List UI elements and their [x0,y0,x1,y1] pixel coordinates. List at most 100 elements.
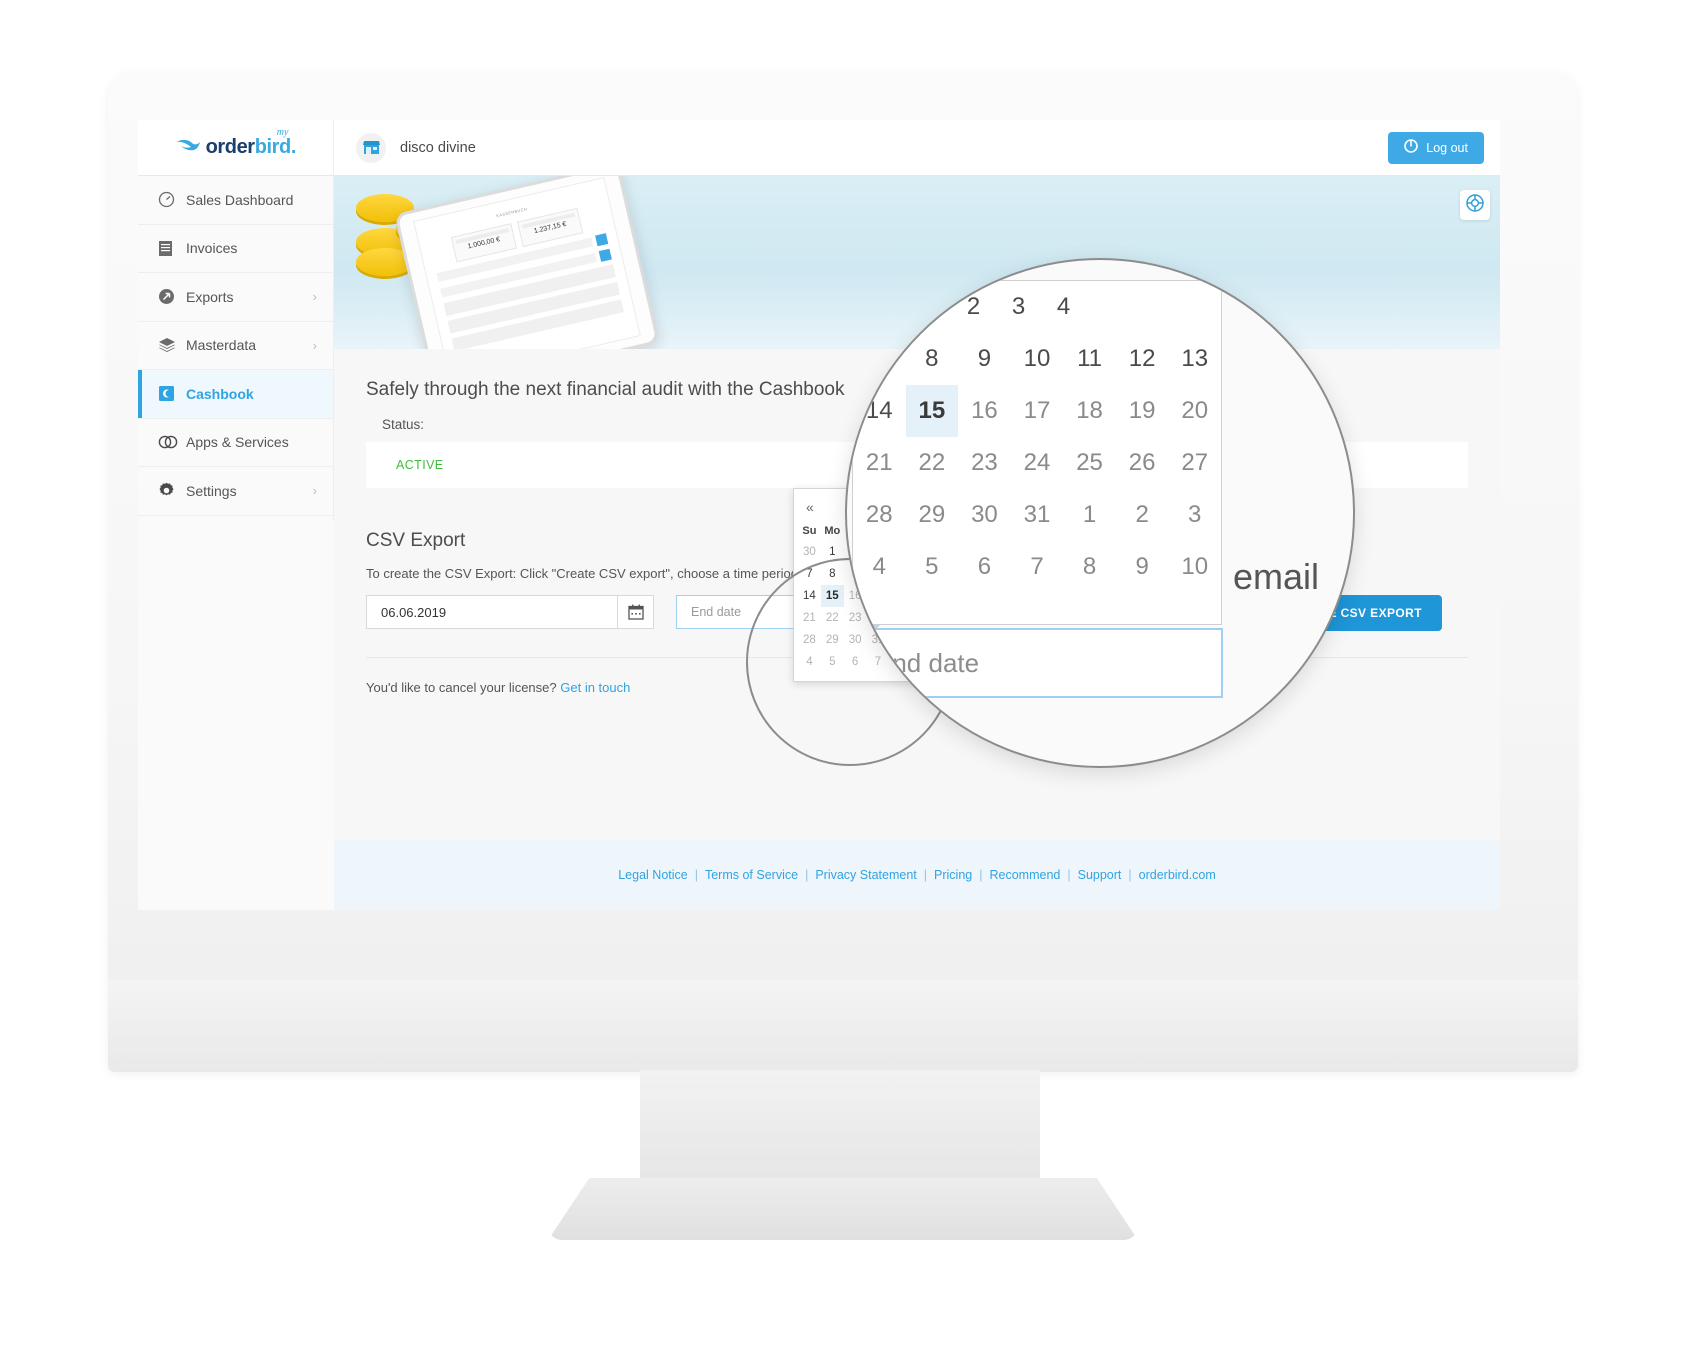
sidebar-label: Masterdata [186,337,257,354]
storefront-icon [356,132,386,163]
datepicker-day[interactable]: 21 [798,607,821,629]
datepicker-day[interactable]: 29 [821,629,844,651]
magnified-day[interactable]: 7 [853,333,906,385]
monitor-chin [108,980,1578,1072]
logout-button[interactable]: Log out [1388,131,1484,164]
magnified-day[interactable]: 27 [1168,437,1221,489]
help-button[interactable] [1460,190,1490,220]
footer-link-recommend[interactable]: Recommend [989,868,1060,882]
footer-link-legal-notice[interactable]: Legal Notice [618,868,688,882]
calendar-icon[interactable] [618,595,654,629]
store-selector[interactable]: disco divine [334,132,1388,163]
sidebar-label: Cashbook [186,385,254,402]
magnified-day[interactable]: 13 [1168,333,1221,385]
magnified-day[interactable]: 8 [1063,541,1116,593]
magnified-day[interactable]: 8 [906,333,959,385]
magnified-day[interactable]: 19 [1116,385,1169,437]
magnified-day[interactable]: 2 [1116,489,1169,541]
get-in-touch-link[interactable]: Get in touch [560,680,630,695]
magnified-day[interactable]: 25 [1063,437,1116,489]
magnified-day[interactable]: 1 [1063,489,1116,541]
datepicker-day[interactable]: 28 [798,629,821,651]
magnified-day[interactable]: 16 [958,385,1011,437]
magnified-day[interactable]: 31 [1011,489,1064,541]
magnified-day[interactable]: 5 [906,541,959,593]
magnified-day[interactable]: 3 [996,281,1041,333]
prev-month-button[interactable]: « [806,499,814,515]
sidebar-item-settings[interactable]: Settings › [138,467,333,516]
datepicker-day[interactable]: 8 [821,563,844,585]
magnified-day[interactable]: 12 [1116,333,1169,385]
footer-link-orderbird-com[interactable]: orderbird.com [1139,868,1216,882]
magnified-week-row: 21 22 23 24 25 26 27 [853,437,1221,489]
magnified-day[interactable]: 30 [958,489,1011,541]
sidebar-label: Exports [186,288,234,305]
footer-link-support[interactable]: Support [1078,868,1122,882]
magnified-day[interactable]: 10 [1011,333,1064,385]
export-icon [158,288,186,305]
magnified-day[interactable]: 26 [1116,437,1169,489]
magnified-day[interactable]: 17 [1011,385,1064,437]
logout-label: Log out [1426,140,1468,155]
magnified-day[interactable]: 28 [853,489,906,541]
magnified-day[interactable]: 20 [1168,385,1221,437]
magnified-day[interactable]: 22 [906,437,959,489]
magnified-day[interactable]: 14 [853,385,906,437]
magnified-end-date-input[interactable]: End date [855,628,1223,698]
magnified-day[interactable]: 3 [1168,489,1221,541]
footer-separator: | [1128,868,1132,882]
footer-separator: | [805,868,809,882]
bird-logo-icon [175,137,201,159]
cashbook-icon [158,385,186,402]
magnified-day[interactable]: 11 [1063,333,1116,385]
magnified-day[interactable]: 21 [853,437,906,489]
top-bar: order bird . my disco divine Log out [138,120,1500,176]
datepicker-day[interactable]: 1 [821,541,844,563]
sidebar-item-exports[interactable]: Exports › [138,273,333,322]
monitor-stand-neck [640,1070,1040,1180]
tablet-screen: KASSENBUCH 1.000,00 € 1.237,15 € [413,177,641,349]
sidebar-item-sales-dashboard[interactable]: Sales Dashboard [138,176,333,225]
footer-link-privacy-statement[interactable]: Privacy Statement [815,868,916,882]
magnifier-content: t", ch email 123478910111213141516171819… [847,260,1353,766]
magnified-day[interactable]: 6 [958,541,1011,593]
magnified-day[interactable]: 18 [1063,385,1116,437]
datepicker-day[interactable]: 15 [820,585,844,607]
magnified-day[interactable]: 4 [1041,281,1086,333]
start-date-input[interactable]: 06.06.2019 [366,595,618,629]
sidebar-item-cashbook[interactable]: Cashbook [138,370,333,419]
footer-link-terms-of-service[interactable]: Terms of Service [705,868,798,882]
datepicker-day[interactable]: 14 [798,585,821,607]
datepicker-day[interactable]: 7 [798,563,821,585]
datepicker-day[interactable]: 5 [821,651,844,673]
magnified-day[interactable]: 15 [905,385,959,437]
magnified-day[interactable]: 24 [1011,437,1064,489]
magnified-day[interactable]: 2 [951,281,996,333]
sidebar-filler [138,521,334,910]
datepicker-day[interactable]: 4 [798,651,821,673]
footer-link-pricing[interactable]: Pricing [934,868,972,882]
datepicker-dow: Mo [824,525,841,537]
magnified-week-row: 1234 [853,281,1221,333]
magnified-day[interactable]: 29 [906,489,959,541]
app-logo[interactable]: order bird . my [138,120,334,176]
magnified-day[interactable]: 7 [1011,541,1064,593]
sidebar-item-masterdata[interactable]: Masterdata › [138,322,333,370]
sidebar-item-invoices[interactable]: Invoices [138,225,333,273]
magnified-day[interactable]: 4 [853,541,906,593]
magnified-day[interactable]: 9 [1116,541,1169,593]
magnifier-zoom-lens: t", ch email 123478910111213141516171819… [845,258,1355,768]
sidebar: Sales Dashboard Invoices Exports › Maste… [138,176,334,910]
magnified-week-row: 7 8 9 10 11 12 13 [853,333,1221,385]
store-name-label: disco divine [400,139,476,156]
sidebar-item-apps-services[interactable]: Apps & Services [138,419,333,467]
start-date-value: 06.06.2019 [381,604,447,620]
magnified-day[interactable]: 1 [906,281,951,333]
footer-separator: | [1067,868,1071,882]
magnified-day[interactable]: 23 [958,437,1011,489]
magnified-day[interactable]: 9 [958,333,1011,385]
chevron-right-icon: › [312,337,317,353]
datepicker-day[interactable]: 22 [821,607,844,629]
datepicker-day[interactable]: 30 [798,541,821,563]
magnified-day[interactable]: 10 [1168,541,1221,593]
